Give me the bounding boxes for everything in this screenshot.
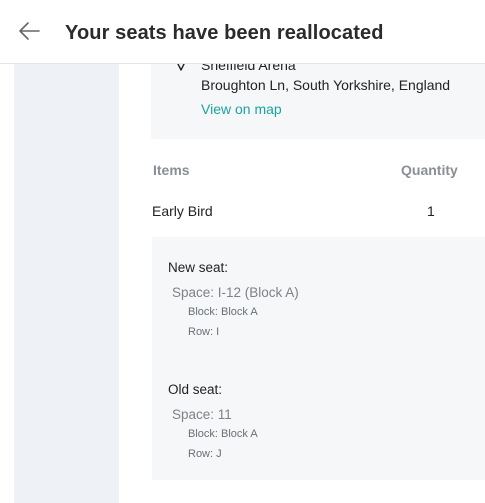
location-pin-icon <box>177 64 185 71</box>
old-seat-heading: Old seat: <box>168 382 223 397</box>
new-seat-row: Row: I <box>188 326 220 338</box>
old-seat-block: Block: Block A <box>188 428 258 440</box>
item-name: Early Bird <box>152 203 213 219</box>
venue-card: Sheffield Arena Broughton Ln, South York… <box>151 64 485 139</box>
column-header-items: Items <box>153 162 190 178</box>
page-header: Your seats have been reallocated <box>0 0 485 64</box>
page-title: Your seats have been reallocated <box>65 22 384 44</box>
new-seat-heading: New seat: <box>168 260 229 275</box>
old-seat-row: Row: J <box>188 448 222 460</box>
new-seat-space: Space: I-12 (Block A) <box>172 285 299 300</box>
item-quantity: 1 <box>427 203 435 219</box>
venue-name: Sheffield Arena <box>201 64 296 73</box>
seat-details-card: New seat: Space: I-12 (Block A) Block: B… <box>152 237 485 480</box>
back-button[interactable] <box>14 16 44 46</box>
column-header-quantity: Quantity <box>401 162 458 178</box>
arrow-left-icon <box>19 22 40 40</box>
left-gutter <box>0 64 14 503</box>
old-seat-space: Space: 11 <box>172 407 232 422</box>
sidebar <box>14 64 119 503</box>
venue-address: Broughton Ln, South Yorkshire, England <box>201 77 451 93</box>
view-on-map-link[interactable]: View on map <box>201 101 282 117</box>
new-seat-block: Block: Block A <box>188 306 258 318</box>
